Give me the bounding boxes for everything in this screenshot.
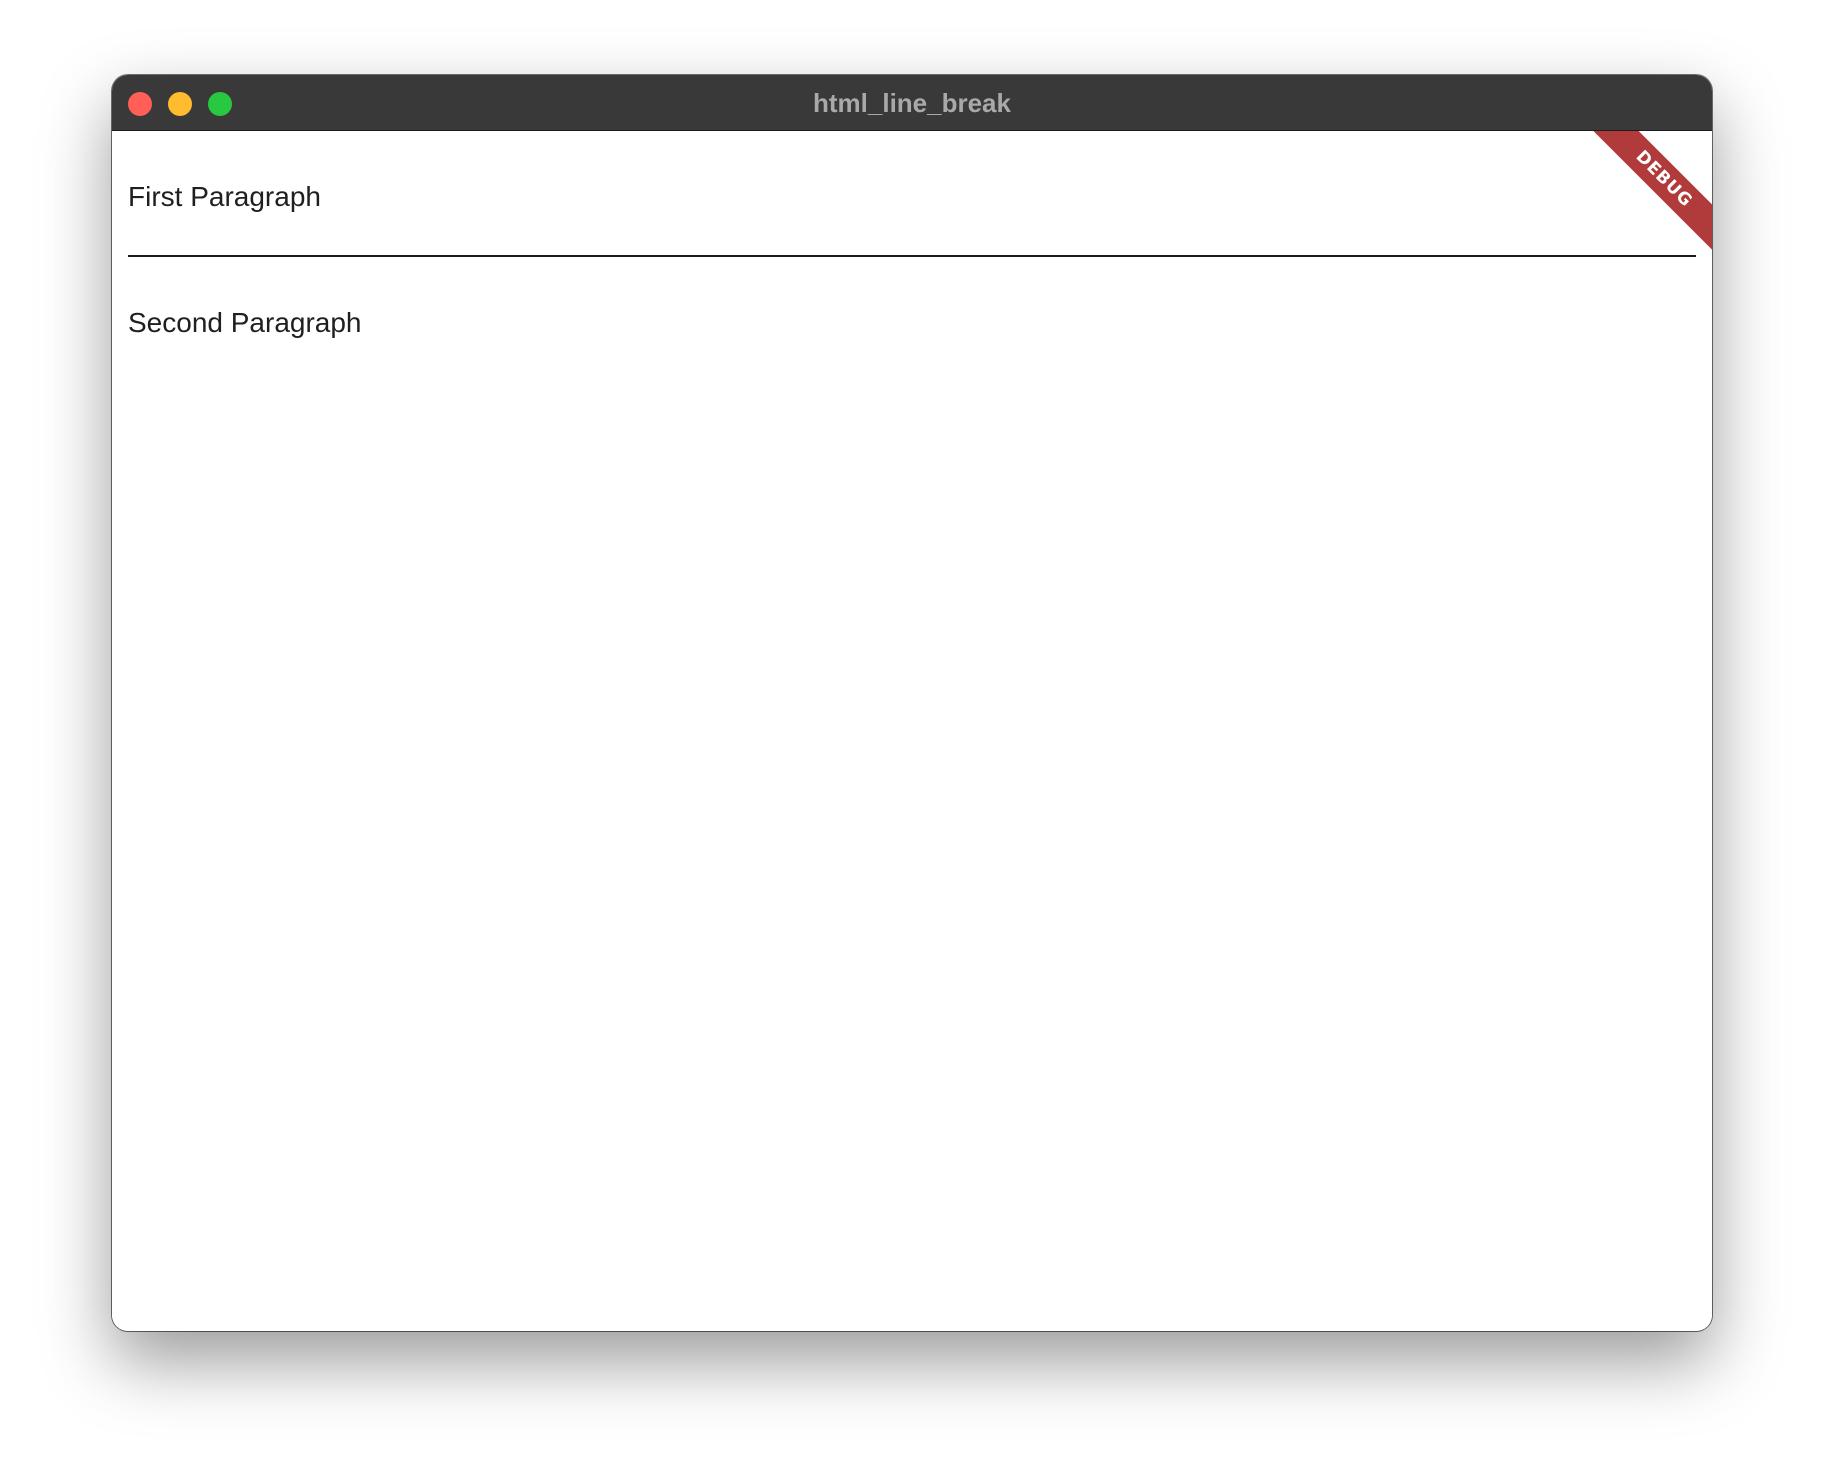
app-window: html_line_break First Paragraph Second P… — [112, 75, 1712, 1331]
first-paragraph: First Paragraph — [128, 181, 321, 212]
window-title: html_line_break — [813, 88, 1011, 118]
horizontal-rule — [128, 255, 1696, 257]
second-paragraph: Second Paragraph — [128, 307, 362, 338]
title-bar[interactable]: html_line_break — [112, 75, 1712, 131]
